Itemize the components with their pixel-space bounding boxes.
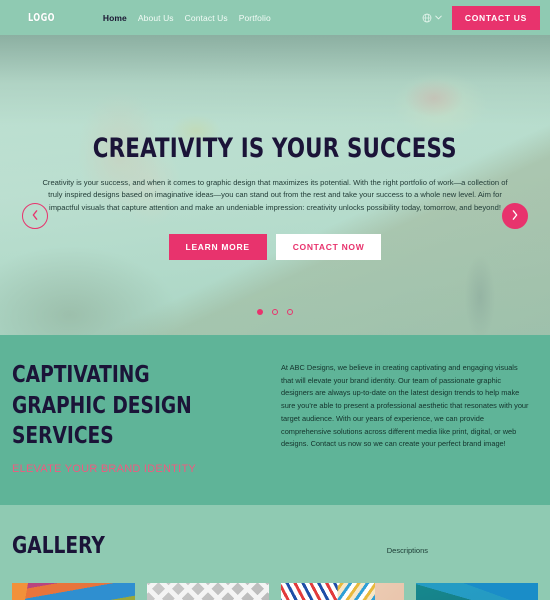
hero-slider: CREATIVITY IS YOUR SUCCESS Creativity is… xyxy=(0,35,550,335)
hero-paragraph: Creativity is your success, and when it … xyxy=(42,178,508,212)
learn-more-button[interactable]: LEARN MORE xyxy=(168,233,267,260)
chevron-left-icon xyxy=(31,207,39,225)
slider-prev-button[interactable] xyxy=(22,203,48,229)
nav-item-home[interactable]: Home xyxy=(103,13,127,23)
gallery-header: GALLERY Descriptions xyxy=(12,533,538,559)
nav-item-about-us[interactable]: About Us xyxy=(138,13,174,23)
services-body-text: At ABC Designs, we believe in creating c… xyxy=(281,363,529,449)
gallery-section: GALLERY Descriptions xyxy=(0,504,550,600)
slider-dot-1[interactable] xyxy=(257,309,263,315)
chevron-right-icon xyxy=(511,207,519,225)
slider-next-button[interactable] xyxy=(502,203,528,229)
hero-title: CREATIVITY IS YOUR SUCCESS xyxy=(93,133,457,164)
nav-item-contact-us[interactable]: Contact Us xyxy=(185,13,228,23)
gallery-title: GALLERY xyxy=(12,532,105,559)
chevron-down-icon xyxy=(435,15,442,20)
gallery-item-teal-gradient[interactable] xyxy=(415,582,538,600)
gallery-item-white-lattice[interactable] xyxy=(146,582,269,600)
header-actions: CONTACT US xyxy=(422,5,540,30)
site-header: LOGO Home About Us Contact Us Portfolio … xyxy=(0,0,550,35)
nav-item-portfolio[interactable]: Portfolio xyxy=(239,13,271,23)
contact-now-button[interactable]: CONTACT NOW xyxy=(275,233,382,260)
header-contact-us-button[interactable]: CONTACT US xyxy=(451,5,540,30)
services-section: CAPTIVATING GRAPHIC DESIGN SERVICES ELEV… xyxy=(0,335,550,505)
gallery-item-geometric-mural[interactable] xyxy=(12,582,135,600)
slider-pagination xyxy=(0,309,550,315)
services-heading-block: CAPTIVATING GRAPHIC DESIGN SERVICES ELEV… xyxy=(12,360,267,475)
gallery-grid xyxy=(12,582,538,600)
services-title: CAPTIVATING GRAPHIC DESIGN SERVICES xyxy=(12,362,192,450)
hero-content: CREATIVITY IS YOUR SUCCESS Creativity is… xyxy=(0,35,550,335)
globe-icon xyxy=(422,13,432,23)
main-navigation: Home About Us Contact Us Portfolio xyxy=(103,13,271,23)
language-selector[interactable] xyxy=(422,13,442,23)
slider-dot-3[interactable] xyxy=(287,309,293,315)
gallery-item-colorful-collage[interactable] xyxy=(281,582,404,600)
site-logo[interactable]: LOGO xyxy=(28,11,55,24)
services-subtitle: ELEVATE YOUR BRAND IDENTITY xyxy=(12,462,197,475)
gallery-descriptions-label: Descriptions xyxy=(386,545,428,555)
slider-dot-2[interactable] xyxy=(272,309,278,315)
hero-button-group: LEARN MORE CONTACT NOW xyxy=(168,233,382,260)
